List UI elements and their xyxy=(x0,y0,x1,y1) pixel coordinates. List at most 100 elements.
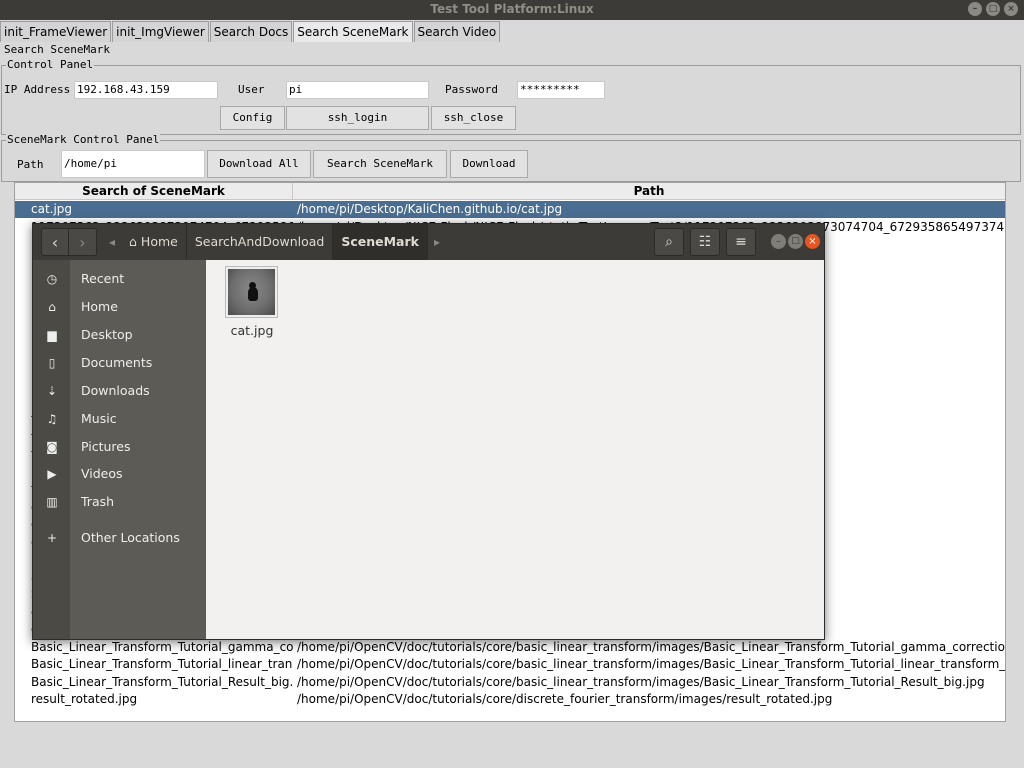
search-scenemark-title: Search SceneMark xyxy=(4,43,110,56)
sidebar-item-label: Home xyxy=(81,299,118,314)
window-titlebar: Test Tool Platform:Linux – □ × xyxy=(0,0,1024,20)
video-icon: ▶ xyxy=(47,467,57,481)
sidebar-item-label: Pictures xyxy=(81,439,131,454)
forward-button[interactable]: › xyxy=(69,228,97,256)
fm-close-button[interactable]: × xyxy=(805,234,820,249)
tab-init-frameviewer[interactable]: init_FrameViewer xyxy=(0,21,112,42)
sidebar-item-home[interactable]: ⌂ Home xyxy=(33,296,206,318)
sidebar-item-label: Music xyxy=(81,411,117,426)
sidebar-item-recent[interactable]: ◷ Recent xyxy=(33,268,206,290)
home-icon: ⌂ xyxy=(129,234,137,249)
table-row[interactable]: Basic_Linear_Transform_Tutorial_linear_t… xyxy=(15,656,1005,673)
cell-path: /home/pi/OpenCV/doc/tutorials/core/basic… xyxy=(297,639,1005,654)
user-input[interactable]: pi xyxy=(286,81,429,99)
password-input[interactable]: ********* xyxy=(517,81,605,99)
breadcrumb-searchanddownload[interactable]: SearchAndDownload xyxy=(187,224,334,260)
cell-path: /home/pi/OpenCV/doc/tutorials/core/basic… xyxy=(297,657,1005,671)
search-button[interactable]: ⌕ xyxy=(654,228,684,256)
results-table-header: Search of SceneMark Path xyxy=(15,183,1005,200)
path-input[interactable]: /home/pi xyxy=(61,150,205,178)
ip-address-label: IP Address xyxy=(4,83,71,96)
sidebar-item-label: Downloads xyxy=(81,383,150,398)
music-icon: ♫ xyxy=(46,412,58,426)
back-button[interactable]: ‹ xyxy=(41,228,69,256)
cell-filename: cat.jpg xyxy=(31,202,73,216)
sidebar-item-pictures[interactable]: ◙ Pictures xyxy=(33,436,206,458)
hamburger-icon: ≡ xyxy=(735,234,747,250)
ssh-login-button[interactable]: ssh_login xyxy=(286,106,429,130)
ssh-close-button[interactable]: ssh_close xyxy=(431,106,516,130)
search-icon: ⌕ xyxy=(665,234,673,250)
config-button[interactable]: Config xyxy=(220,106,285,130)
chevron-right-icon: › xyxy=(79,232,86,252)
trash-icon: ▥ xyxy=(46,495,58,509)
tab-init-imgviewer[interactable]: init_ImgViewer xyxy=(112,21,209,42)
breadcrumb-home[interactable]: ⌂ Home xyxy=(121,224,187,260)
cell-path: /home/pi/OpenCV/doc/tutorials/core/basic… xyxy=(297,674,985,689)
minimize-button[interactable]: – xyxy=(968,2,982,16)
search-scenemark-button[interactable]: Search SceneMark xyxy=(313,150,447,178)
file-manager-headerbar: ‹ › ◂ ⌂ Home SearchAndDownload SceneMark… xyxy=(33,224,824,260)
cell-filename: Basic_Linear_Transform_Tutorial_Result_b… xyxy=(31,674,293,689)
cell-filename: Basic_Linear_Transform_Tutorial_gamma_co… xyxy=(31,639,293,654)
home-icon: ⌂ xyxy=(48,300,56,314)
sidebar-item-videos[interactable]: ▶ Videos xyxy=(33,463,206,485)
breadcrumb-scroll-left[interactable]: ◂ xyxy=(103,228,121,256)
tab-search-docs[interactable]: Search Docs xyxy=(209,21,293,42)
fm-minimize-button[interactable]: – xyxy=(771,234,786,249)
file-manager-sidebar: ◷ Recent ⌂ Home ▆ Desktop ▯ Documents ⇣ Downloads… xyxy=(33,260,206,639)
file-thumbnail[interactable] xyxy=(225,266,278,318)
menu-button[interactable]: ≡ xyxy=(726,228,756,256)
camera-icon: ◙ xyxy=(46,440,58,454)
tab-search-scenemark[interactable]: Search SceneMark xyxy=(293,21,413,42)
table-row[interactable]: Basic_Linear_Transform_Tutorial_Result_b… xyxy=(15,674,1005,691)
cat-image-thumbnail xyxy=(228,269,275,315)
plus-icon: + xyxy=(46,531,58,545)
cell-path: /home/pi/OpenCV/doc/tutorials/core/discr… xyxy=(297,692,833,706)
sidebar-item-other-locations[interactable]: + Other Locations xyxy=(33,527,206,549)
cell-filename: Basic_Linear_Transform_Tutorial_linear_t… xyxy=(31,657,293,671)
path-label: Path xyxy=(17,158,44,171)
tab-search-video[interactable]: Search Video xyxy=(413,21,501,42)
list-view-icon: ☷ xyxy=(698,234,712,250)
download-icon: ⇣ xyxy=(46,384,58,398)
fm-maximize-button[interactable]: □ xyxy=(788,234,803,249)
download-button[interactable]: Download xyxy=(450,150,528,178)
sidebar-item-desktop[interactable]: ▆ Desktop xyxy=(33,324,206,346)
maximize-button[interactable]: □ xyxy=(986,2,1000,16)
cell-filename: result_rotated.jpg xyxy=(31,692,138,706)
file-view[interactable]: cat.jpg xyxy=(206,260,824,639)
scenemark-control-panel-title: SceneMark Control Panel xyxy=(6,133,161,147)
breadcrumb-home-label: Home xyxy=(140,234,178,249)
close-button[interactable]: × xyxy=(1004,2,1018,16)
sidebar-item-label: Other Locations xyxy=(81,530,180,545)
cell-path: /home/pi/Desktop/KaliChen.github.io/cat.… xyxy=(297,202,563,216)
document-icon: ▯ xyxy=(48,356,56,370)
table-row[interactable]: cat.jpg/home/pi/Desktop/KaliChen.github.… xyxy=(15,201,1005,218)
window-title: Test Tool Platform:Linux xyxy=(430,2,594,16)
ip-address-input[interactable]: 192.168.43.159 xyxy=(74,81,218,99)
view-toggle-button[interactable]: ☷ xyxy=(690,228,720,256)
sidebar-item-label: Videos xyxy=(81,466,123,481)
sidebar-item-label: Documents xyxy=(81,355,153,370)
tab-bar: init_FrameViewer init_ImgViewer Search D… xyxy=(0,21,501,42)
table-row[interactable]: result_rotated.jpg/home/pi/OpenCV/doc/tu… xyxy=(15,691,1005,708)
sidebar-item-label: Recent xyxy=(81,271,125,286)
sidebar-item-music[interactable]: ♫ Music xyxy=(33,408,206,430)
sidebar-item-downloads[interactable]: ⇣ Downloads xyxy=(33,380,206,402)
folder-icon: ▆ xyxy=(47,328,57,342)
column-header-path[interactable]: Path xyxy=(293,183,1005,200)
sidebar-item-trash[interactable]: ▥ Trash xyxy=(33,491,206,513)
download-all-button[interactable]: Download All xyxy=(207,150,311,178)
file-name[interactable]: cat.jpg xyxy=(216,323,288,338)
sidebar-item-label: Desktop xyxy=(81,327,133,342)
column-header-search-of-scenemark[interactable]: Search of SceneMark xyxy=(15,183,293,200)
breadcrumb-scroll-right[interactable]: ▸ xyxy=(428,228,446,256)
user-label: User xyxy=(238,83,265,96)
sidebar-item-documents[interactable]: ▯ Documents xyxy=(33,352,206,374)
table-row[interactable]: Basic_Linear_Transform_Tutorial_gamma_co… xyxy=(15,639,1005,656)
control-panel-title: Control Panel xyxy=(6,58,95,72)
triangle-left-icon: ◂ xyxy=(108,235,116,249)
breadcrumb-scenemark[interactable]: SceneMark xyxy=(333,224,428,260)
password-label: Password xyxy=(445,83,498,96)
